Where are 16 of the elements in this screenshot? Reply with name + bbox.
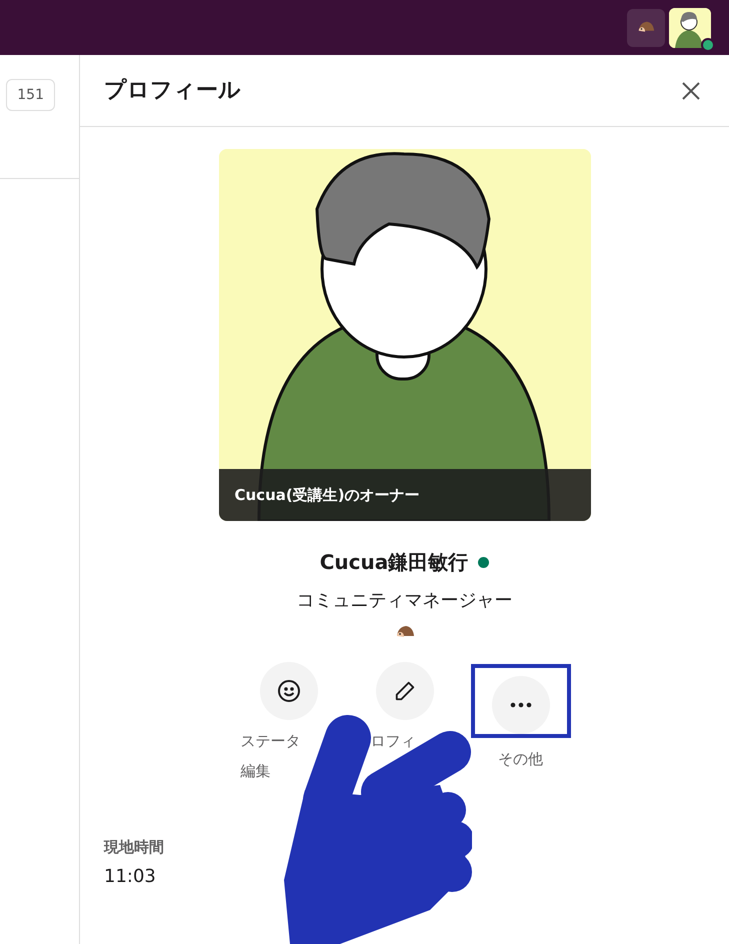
status-emoji-icon [394,624,414,640]
action-label: ステータ [240,731,300,752]
panel-title: プロフィール [104,77,241,105]
pencil-icon [394,680,416,702]
smiley-icon [276,679,300,703]
user-name: Cucua鎌田敏行 [320,549,468,576]
local-time-value: 11:03 [104,864,157,888]
close-icon [681,80,701,100]
action-label: ロフィ [370,731,416,752]
member-count-badge[interactable]: 151 [6,79,55,111]
more-icon [510,702,532,708]
local-time-label: 現地時間 [104,837,165,858]
action-label: その他 [498,749,543,770]
photo-caption: Cucua(受講生)のオーナー [234,484,420,506]
action-label: 編集 [240,761,270,782]
job-title: コミュニティマネージャー [296,589,512,613]
